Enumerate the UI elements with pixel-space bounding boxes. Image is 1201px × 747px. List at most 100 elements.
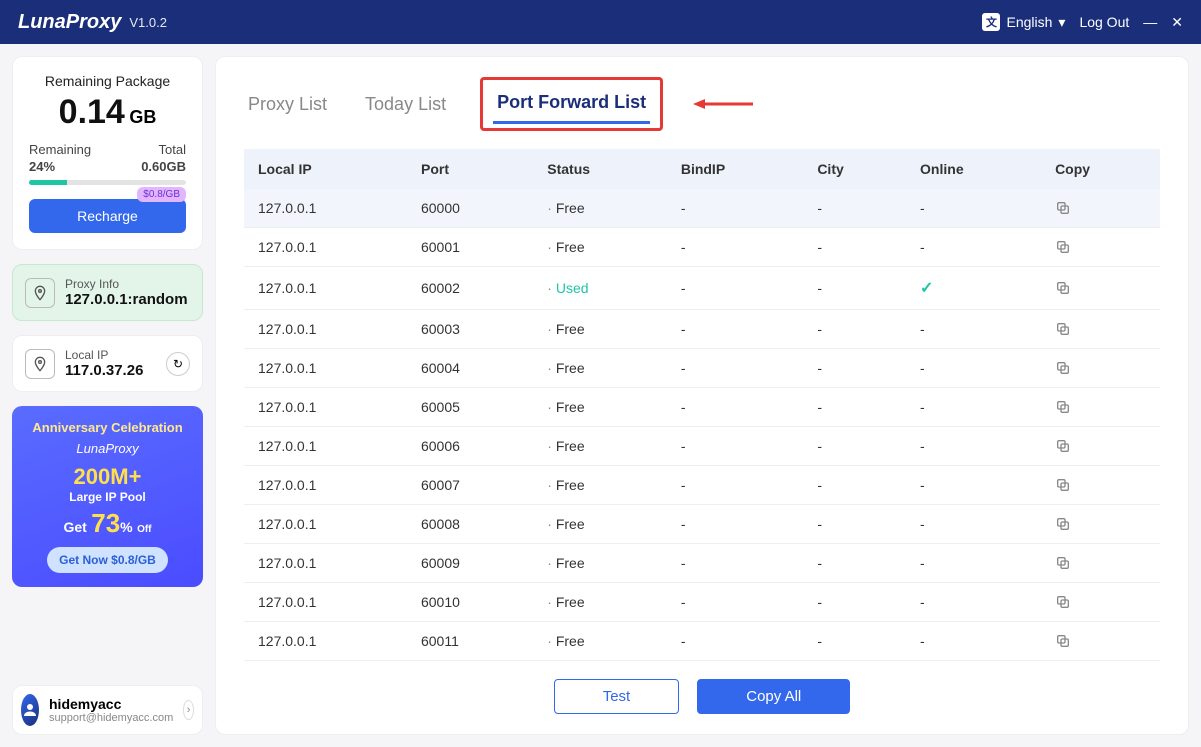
local-ip-label: Local IP xyxy=(65,348,143,362)
cell-local-ip: 127.0.0.1 xyxy=(244,661,407,666)
cell-city: - xyxy=(803,228,906,267)
copy-icon[interactable] xyxy=(1055,633,1146,649)
table-row[interactable]: 127.0.0.160003· Free--- xyxy=(244,310,1160,349)
promo-banner: Anniversary Celebration LunaProxy 200M+ … xyxy=(12,406,203,587)
language-selector[interactable]: 文 English ▾ xyxy=(982,13,1065,31)
cell-port: 60006 xyxy=(407,427,533,466)
tab-today-list[interactable]: Today List xyxy=(361,86,450,123)
copy-icon[interactable] xyxy=(1055,594,1146,610)
cell-online: - xyxy=(906,349,1041,388)
copy-icon[interactable] xyxy=(1055,555,1146,571)
minimize-icon[interactable]: — xyxy=(1143,14,1157,30)
annotation-arrow-icon xyxy=(693,96,753,112)
col-port: Port xyxy=(407,149,533,189)
user-name: hidemyacc xyxy=(49,696,173,712)
cell-copy xyxy=(1041,544,1160,583)
cell-port: 60008 xyxy=(407,505,533,544)
local-ip-card: Local IP 117.0.37.26 ↻ xyxy=(12,335,203,392)
cell-online: - xyxy=(906,622,1041,661)
cell-local-ip: 127.0.0.1 xyxy=(244,505,407,544)
cell-status: · Free xyxy=(533,622,667,661)
copy-icon[interactable] xyxy=(1055,360,1146,376)
col-bind-ip: BindIP xyxy=(667,149,803,189)
cell-port: 60005 xyxy=(407,388,533,427)
cell-bind-ip: - xyxy=(667,622,803,661)
cell-status: · Free xyxy=(533,583,667,622)
table-row[interactable]: 127.0.0.160010· Free--- xyxy=(244,583,1160,622)
cell-bind-ip: - xyxy=(667,189,803,228)
cell-city: - xyxy=(803,427,906,466)
cell-copy xyxy=(1041,466,1160,505)
table-row[interactable]: 127.0.0.160000· Free--- xyxy=(244,189,1160,228)
cell-city: - xyxy=(803,544,906,583)
copy-icon[interactable] xyxy=(1055,438,1146,454)
chevron-right-icon[interactable]: › xyxy=(183,700,194,720)
cell-status: · Free xyxy=(533,189,667,228)
table-row[interactable]: 127.0.0.160005· Free--- xyxy=(244,388,1160,427)
cell-copy xyxy=(1041,310,1160,349)
translate-icon: 文 xyxy=(982,13,1000,31)
table-row[interactable]: 127.0.0.160006· Free--- xyxy=(244,427,1160,466)
copy-icon[interactable] xyxy=(1055,200,1146,216)
cell-copy xyxy=(1041,349,1160,388)
table-row[interactable]: 127.0.0.160002· Used--✓ xyxy=(244,267,1160,310)
cell-status: · Used xyxy=(533,267,667,310)
app-version: V1.0.2 xyxy=(129,15,167,30)
cell-bind-ip: - xyxy=(667,466,803,505)
proxy-info-label: Proxy Info xyxy=(65,277,188,291)
cell-copy xyxy=(1041,228,1160,267)
app-header: LunaProxy V1.0.2 文 English ▾ Log Out — ✕ xyxy=(0,0,1201,44)
table-row[interactable]: 127.0.0.160012· Free--- xyxy=(244,661,1160,666)
local-ip-value: 117.0.37.26 xyxy=(65,362,143,379)
action-bar: Test Copy All xyxy=(244,679,1160,714)
cell-port: 60009 xyxy=(407,544,533,583)
table-row[interactable]: 127.0.0.160001· Free--- xyxy=(244,228,1160,267)
recharge-button[interactable]: $0.8/GB Recharge xyxy=(29,199,186,233)
cell-bind-ip: - xyxy=(667,388,803,427)
cell-online: - xyxy=(906,427,1041,466)
table-row[interactable]: 127.0.0.160007· Free--- xyxy=(244,466,1160,505)
cell-local-ip: 127.0.0.1 xyxy=(244,349,407,388)
table-row[interactable]: 127.0.0.160008· Free--- xyxy=(244,505,1160,544)
tab-proxy-list[interactable]: Proxy List xyxy=(244,86,331,123)
cell-city: - xyxy=(803,349,906,388)
copy-icon[interactable] xyxy=(1055,516,1146,532)
copy-icon[interactable] xyxy=(1055,477,1146,493)
cell-copy xyxy=(1041,622,1160,661)
table-row[interactable]: 127.0.0.160004· Free--- xyxy=(244,349,1160,388)
usage-progress xyxy=(29,180,186,185)
cell-bind-ip: - xyxy=(667,583,803,622)
cell-bind-ip: - xyxy=(667,228,803,267)
refresh-icon[interactable]: ↻ xyxy=(166,352,190,376)
copy-all-button[interactable]: Copy All xyxy=(697,679,850,714)
tab-port-forward-list[interactable]: Port Forward List xyxy=(493,84,650,124)
cell-online: - xyxy=(906,189,1041,228)
cell-online: ✓ xyxy=(906,267,1041,310)
copy-icon[interactable] xyxy=(1055,399,1146,415)
close-icon[interactable]: ✕ xyxy=(1171,14,1183,31)
copy-icon[interactable] xyxy=(1055,239,1146,255)
copy-icon[interactable] xyxy=(1055,321,1146,337)
avatar xyxy=(21,694,39,726)
test-button[interactable]: Test xyxy=(554,679,680,714)
cell-status: · Free xyxy=(533,349,667,388)
logout-button[interactable]: Log Out xyxy=(1079,14,1129,30)
cell-bind-ip: - xyxy=(667,349,803,388)
price-tag: $0.8/GB xyxy=(137,187,186,202)
package-value: 0.14 xyxy=(59,93,125,131)
user-card[interactable]: hidemyacc support@hidemyacc.com › xyxy=(12,685,203,735)
table-row[interactable]: 127.0.0.160009· Free--- xyxy=(244,544,1160,583)
table-row[interactable]: 127.0.0.160011· Free--- xyxy=(244,622,1160,661)
cell-port: 60011 xyxy=(407,622,533,661)
check-icon: ✓ xyxy=(920,280,933,297)
cell-bind-ip: - xyxy=(667,427,803,466)
cell-bind-ip: - xyxy=(667,544,803,583)
cell-city: - xyxy=(803,310,906,349)
sidebar: Remaining Package 0.14 GB Remaining Tota… xyxy=(0,44,215,747)
cell-online: - xyxy=(906,544,1041,583)
promo-cta-button[interactable]: Get Now $0.8/GB xyxy=(47,547,168,573)
cell-bind-ip: - xyxy=(667,310,803,349)
copy-icon[interactable] xyxy=(1055,280,1146,296)
location-icon xyxy=(25,349,55,379)
promo-sub: Large IP Pool xyxy=(20,490,195,504)
